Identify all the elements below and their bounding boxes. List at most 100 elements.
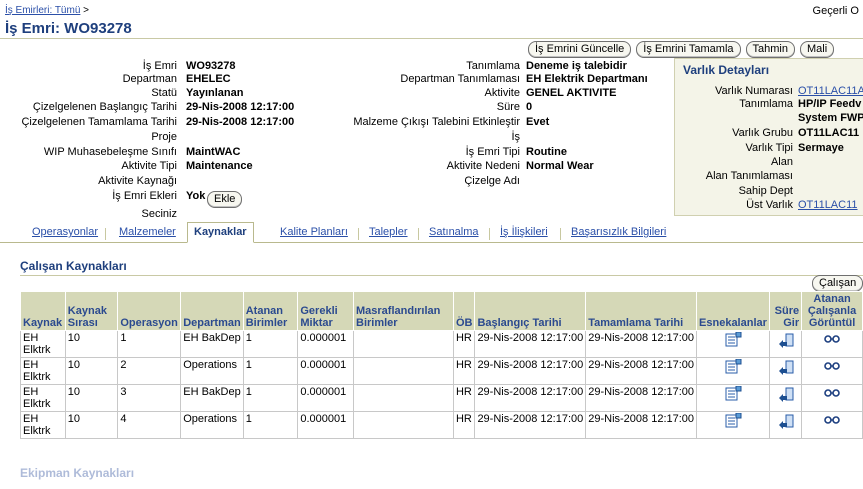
col-header: Esnekalanlar <box>696 291 770 331</box>
table-cell: Operations <box>180 411 244 439</box>
asset-field-value: Sermaye <box>798 142 844 154</box>
col-header[interactable]: Departman <box>180 291 244 331</box>
table-row: EH Elktrk 10 2 Operations 1 0.000001 HR 29-Nis-… <box>20 357 863 385</box>
table-cell: 29-Nis-2008 12:17:00 <box>474 357 587 385</box>
field-value: EHELEC <box>186 73 231 85</box>
asset-number-link[interactable]: OT11LAC11A <box>798 85 863 97</box>
enter-time-icon[interactable] <box>777 359 795 378</box>
tab-link[interactable]: Talepler <box>369 226 408 238</box>
tab-work-relations[interactable]: İş İlişkileri <box>500 226 548 238</box>
table-cell <box>801 330 863 358</box>
table-cell: 2 <box>117 357 182 385</box>
flex-fields-icon[interactable] <box>724 331 742 351</box>
table-cell <box>696 411 770 439</box>
tab-resources[interactable]: Kaynaklar <box>187 222 254 243</box>
col-header[interactable]: Tamamlama Tarihi <box>585 291 698 331</box>
page-title: İş Emri: WO93278 <box>5 20 132 37</box>
tab-requests[interactable]: Talepler <box>369 226 408 238</box>
field-label: Aktivite Nedeni <box>446 160 520 172</box>
field-label: Statü <box>151 87 177 99</box>
table-cell: 29-Nis-2008 12:17:00 <box>585 384 698 412</box>
tab-link[interactable]: Kalite Planları <box>280 226 348 238</box>
breadcrumb: İş Emirleri: Tümü > <box>5 5 89 16</box>
tab-quality-plans[interactable]: Kalite Planları <box>280 226 348 238</box>
col-header[interactable]: Kaynak Sırası <box>64 291 119 331</box>
field-label: Çizelgelenen Başlangıç Tarihi <box>32 101 177 113</box>
flex-fields-icon[interactable] <box>724 358 742 378</box>
view-assigned-employees-icon[interactable] <box>823 413 841 428</box>
employee-button[interactable]: Çalışan <box>812 275 863 292</box>
col-header[interactable]: Gerekli Miktar <box>297 291 354 331</box>
table-cell: EH BakDep <box>180 384 244 412</box>
asset-field-value: System FWP <box>798 112 863 124</box>
parent-asset-link[interactable]: OT11LAC11 <box>798 199 858 211</box>
tab-purchasing[interactable]: Satınalma <box>429 226 479 238</box>
tab-failure-info[interactable]: Başarısızlık Bilgileri <box>571 226 666 238</box>
tab-link[interactable]: Başarısızlık Bilgileri <box>571 226 666 238</box>
table-cell <box>353 357 454 385</box>
table-cell: 0.000001 <box>297 411 354 439</box>
enter-time-icon[interactable] <box>777 413 795 432</box>
col-header[interactable]: Operasyon <box>117 291 182 331</box>
tab-separator <box>105 228 106 240</box>
view-assigned-employees-icon[interactable] <box>823 332 841 347</box>
flex-fields-icon[interactable] <box>724 385 742 405</box>
tab-link[interactable]: İş İlişkileri <box>500 226 548 238</box>
add-attachment-button[interactable]: Ekle <box>207 191 243 208</box>
tab-bar: Operasyonlar Malzemeler Kaynaklar Kalite… <box>0 222 863 243</box>
table-cell: 1 <box>242 411 299 439</box>
table-cell <box>696 330 770 358</box>
section-divider <box>20 275 863 276</box>
asset-field-label: Alan <box>770 156 793 168</box>
table-cell <box>353 330 454 358</box>
tab-link[interactable]: Satınalma <box>429 226 479 238</box>
table-cell: 0.000001 <box>297 357 354 385</box>
table-cell: Operations <box>180 357 244 385</box>
col-header[interactable]: Masraflandırılan Birimler <box>353 291 454 331</box>
field-label: İş Emri Tipi <box>465 146 520 158</box>
view-assigned-employees-icon[interactable] <box>823 359 841 374</box>
table-cell <box>696 384 770 412</box>
table-row: EH Elktrk 10 3 EH BakDep 1 0.000001 HR 29-Nis-2… <box>20 384 863 412</box>
complete-work-order-button[interactable]: İş Emrini Tamamla <box>636 41 741 58</box>
tab-materials[interactable]: Malzemeler <box>119 226 176 238</box>
enter-time-icon[interactable] <box>777 386 795 405</box>
breadcrumb-link[interactable]: İş Emirleri: Tümü <box>5 5 80 16</box>
col-header[interactable]: Atanan Birimler <box>242 291 299 331</box>
table-row: EH Elktrk 10 4 Operations 1 0.000001 HR 29-Nis-… <box>20 411 863 439</box>
tab-operations[interactable]: Operasyonlar <box>32 226 98 238</box>
tab-link[interactable]: Malzemeler <box>119 226 176 238</box>
table-cell <box>801 357 863 385</box>
field-value: EH Elektrik Departmanı <box>526 73 648 85</box>
estimate-button[interactable]: Tahmin <box>745 41 795 58</box>
cost-button[interactable]: Mali <box>800 41 835 58</box>
field-label: Çizelge Adı <box>464 175 520 187</box>
field-label: Süre <box>496 101 520 113</box>
asset-field-label: Sahip Dept <box>738 185 793 197</box>
table-cell <box>353 411 454 439</box>
table-cell: 29-Nis-2008 12:17:00 <box>585 357 698 385</box>
field-label: İş <box>511 131 520 143</box>
table-cell: 10 <box>64 411 119 439</box>
field-value: Maintenance <box>186 160 253 172</box>
tab-link[interactable]: Operasyonlar <box>32 226 98 238</box>
flex-fields-icon[interactable] <box>724 412 742 432</box>
asset-field-label: Alan Tanımlaması <box>705 170 793 182</box>
col-header[interactable]: Kaynak <box>20 291 66 331</box>
table-cell: 10 <box>64 357 119 385</box>
update-work-order-button[interactable]: İş Emrini Güncelle <box>528 41 632 58</box>
field-label: Aktivite Tipi <box>121 160 177 172</box>
col-header: Süre Gir <box>768 291 803 331</box>
table-cell: EH Elktrk <box>20 384 66 412</box>
table-cell: HR <box>452 411 476 439</box>
col-header[interactable]: Başlangıç Tarihi <box>474 291 587 331</box>
table-cell: 1 <box>117 330 182 358</box>
table-cell: 29-Nis-2008 12:17:00 <box>585 330 698 358</box>
table-cell: 29-Nis-2008 12:17:00 <box>585 411 698 439</box>
col-header[interactable]: ÖB <box>452 291 476 331</box>
table-cell: 10 <box>64 330 119 358</box>
table-cell: HR <box>452 330 476 358</box>
enter-time-icon[interactable] <box>777 332 795 351</box>
table-cell: 0.000001 <box>297 330 354 358</box>
view-assigned-employees-icon[interactable] <box>823 386 841 401</box>
